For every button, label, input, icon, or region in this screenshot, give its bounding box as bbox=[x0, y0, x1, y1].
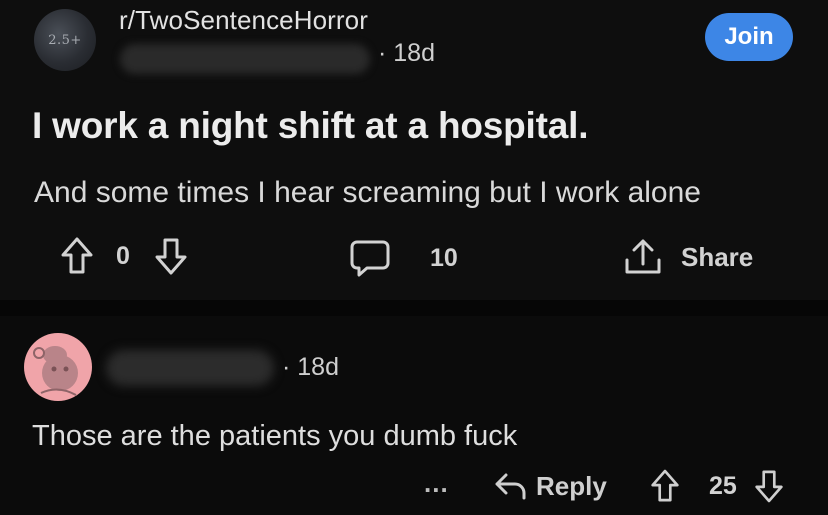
post-card: 2.5+ r/TwoSentenceHorror · 18d Join I wo… bbox=[0, 0, 828, 300]
section-divider bbox=[0, 300, 828, 316]
join-button[interactable]: Join bbox=[705, 13, 793, 61]
post-vote-count: 0 bbox=[116, 241, 130, 270]
subreddit-avatar-text: 2.5+ bbox=[48, 32, 82, 48]
share-label: Share bbox=[681, 241, 754, 272]
share-button[interactable]: Share bbox=[622, 236, 753, 278]
reply-label: Reply bbox=[536, 470, 607, 501]
redacted-commenter bbox=[106, 350, 274, 386]
post-title[interactable]: I work a night shift at a hospital. bbox=[32, 105, 588, 147]
upvote-icon[interactable] bbox=[60, 236, 94, 276]
post-age: · 18d bbox=[378, 39, 435, 67]
share-icon bbox=[622, 236, 664, 278]
comment-vote-count: 25 bbox=[709, 471, 737, 500]
post-body: And some times I hear screaming but I wo… bbox=[34, 176, 701, 209]
snoo-avatar-icon bbox=[33, 346, 78, 396]
reply-icon bbox=[493, 470, 527, 502]
downvote-icon[interactable] bbox=[154, 236, 188, 276]
subreddit-avatar[interactable]: 2.5+ bbox=[34, 9, 96, 71]
post-vote-bar: 0 bbox=[60, 236, 188, 276]
more-options-button[interactable]: ... bbox=[424, 468, 449, 499]
comments-button[interactable]: 10 bbox=[349, 238, 458, 278]
comment-age: · 18d bbox=[282, 353, 339, 381]
comment-text: Those are the patients you dumb fuck bbox=[32, 420, 518, 452]
subreddit-name[interactable]: r/TwoSentenceHorror bbox=[119, 5, 368, 36]
reply-button[interactable]: Reply bbox=[493, 470, 607, 502]
upvote-icon[interactable] bbox=[650, 468, 680, 504]
comment-vote-bar: 25 bbox=[650, 468, 784, 504]
comment-count: 10 bbox=[430, 243, 458, 272]
commenter-avatar[interactable] bbox=[24, 333, 92, 401]
comment-icon bbox=[349, 238, 391, 278]
downvote-icon[interactable] bbox=[754, 468, 784, 504]
redacted-username bbox=[120, 44, 370, 74]
